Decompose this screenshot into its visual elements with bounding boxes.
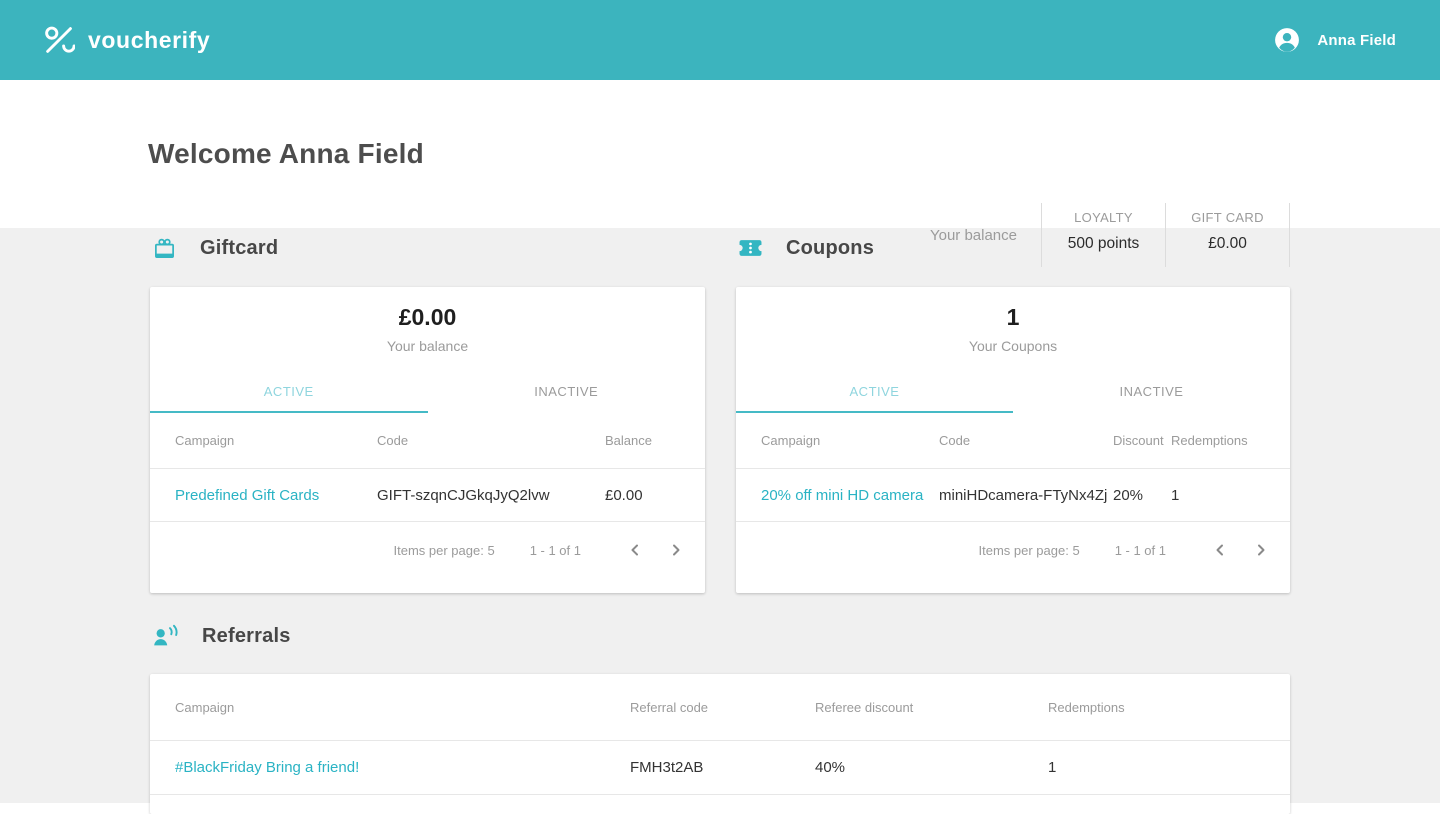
referrals-redemptions-cell: 1 <box>1048 759 1057 776</box>
items-per-page-label: Items per page: 5 <box>393 542 495 558</box>
loyalty-balance: LOYALTY 500 points <box>1042 203 1165 267</box>
brand-logo[interactable]: voucherify <box>44 25 210 55</box>
page-title: Welcome Anna Field <box>148 138 424 169</box>
next-page-button[interactable] <box>1254 543 1268 557</box>
column-campaign: Campaign <box>175 699 235 715</box>
avatar-icon <box>1275 28 1300 52</box>
coupons-redemptions-cell: 1 <box>1171 486 1180 504</box>
user-menu[interactable]: Anna Field <box>1274 27 1396 53</box>
referrals-section-title: Referrals <box>202 624 291 647</box>
referrals-table-row: #BlackFriday Bring a friend! FMH3t2AB 40… <box>150 741 1290 795</box>
coupon-ticket-icon <box>739 240 762 256</box>
giftcard-section: Giftcard £0.00 Your balance ACTIVE INACT… <box>150 228 705 593</box>
column-balance: Balance <box>605 433 652 448</box>
referrals-discount-cell: 40% <box>815 759 846 776</box>
balance-summary-label: Your balance <box>929 226 1017 244</box>
column-code: Code <box>939 433 971 448</box>
gift-icon <box>155 238 174 258</box>
referrals-card: Campaign Referral code Referee discount … <box>150 674 1290 814</box>
giftcard-value: £0.00 <box>1208 235 1247 252</box>
next-page-button[interactable] <box>669 543 683 557</box>
divider <box>1289 203 1290 267</box>
user-name: Anna Field <box>1317 31 1396 49</box>
referrals-campaign-link[interactable]: #BlackFriday Bring a friend! <box>175 759 630 776</box>
giftcard-tab-active[interactable]: ACTIVE <box>150 376 428 413</box>
giftcard-summary-value: £0.00 <box>398 304 457 330</box>
column-campaign: Campaign <box>761 433 821 448</box>
top-bar: voucherify Anna Field <box>0 0 1440 80</box>
coupons-card: 1 Your Coupons ACTIVE INACTIVE Campaign … <box>736 287 1290 593</box>
referrals-code-cell: FMH3t2AB <box>630 759 704 776</box>
giftcard-section-head: Giftcard <box>150 232 705 264</box>
column-referral-code: Referral code <box>630 699 709 715</box>
coupons-code-cell: miniHDcamera-FTyNx4Zj <box>939 486 1108 504</box>
coupons-summary: 1 Your Coupons <box>736 287 1290 355</box>
coupons-pagination: Items per page: 5 1 - 1 of 1 <box>736 522 1290 578</box>
coupons-section-title: Coupons <box>786 236 875 259</box>
chevron-right-icon <box>1258 544 1265 556</box>
giftcard-balance: GIFT CARD £0.00 <box>1166 203 1289 267</box>
column-discount: Discount <box>1113 433 1164 448</box>
column-redemptions: Redemptions <box>1171 433 1248 448</box>
giftcard-pagination: Items per page: 5 1 - 1 of 1 <box>150 522 705 578</box>
main-content: Giftcard £0.00 Your balance ACTIVE INACT… <box>0 228 1440 814</box>
page-header: Welcome Anna Field Your balance LOYALTY … <box>0 80 1440 267</box>
giftcard-campaign-link[interactable]: Predefined Gift Cards <box>175 487 377 504</box>
loyalty-value: 500 points <box>1067 235 1140 252</box>
voucherify-percent-icon <box>45 26 75 53</box>
referral-person-icon <box>154 624 178 646</box>
page-range-label: 1 - 1 of 1 <box>1114 542 1166 558</box>
coupons-table-row: 20% off mini HD camera miniHDcamera-FTyN… <box>736 469 1290 522</box>
giftcard-section-title: Giftcard <box>200 236 279 259</box>
balance-summary: Your balance LOYALTY 500 points GIFT CAR… <box>930 203 1290 267</box>
coupons-tabs: ACTIVE INACTIVE <box>736 376 1290 413</box>
coupons-tab-inactive[interactable]: INACTIVE <box>1013 376 1290 413</box>
referrals-section-head: Referrals <box>150 620 1290 652</box>
loyalty-label: LOYALTY <box>1074 210 1133 225</box>
previous-page-button[interactable] <box>628 543 642 557</box>
coupons-section: Coupons 1 Your Coupons ACTIVE INACTIVE C… <box>736 228 1290 593</box>
giftcard-tab-inactive[interactable]: INACTIVE <box>428 376 706 413</box>
brand-name: voucherify <box>88 26 211 53</box>
giftcard-table-row: Predefined Gift Cards GIFT-szqnCJGkqJyQ2… <box>150 469 705 522</box>
coupons-summary-value: 1 <box>1006 304 1020 330</box>
coupons-discount-cell: 20% <box>1113 486 1144 504</box>
column-code: Code <box>377 433 409 448</box>
chevron-left-icon <box>631 544 638 556</box>
giftcard-card: £0.00 Your balance ACTIVE INACTIVE Campa… <box>150 287 705 593</box>
giftcard-table-header: Campaign Code Balance <box>150 413 705 469</box>
chevron-left-icon <box>1216 544 1223 556</box>
coupons-table-header: Campaign Code Discount Redemptions <box>736 413 1290 469</box>
column-redemptions: Redemptions <box>1048 699 1125 715</box>
previous-page-button[interactable] <box>1213 543 1227 557</box>
chevron-right-icon <box>673 544 680 556</box>
page-range-label: 1 - 1 of 1 <box>529 542 581 558</box>
items-per-page-label: Items per page: 5 <box>978 542 1080 558</box>
giftcard-summary-label: Your balance <box>386 338 469 354</box>
referrals-table-header: Campaign Referral code Referee discount … <box>150 674 1290 741</box>
giftcard-summary: £0.00 Your balance <box>150 287 705 355</box>
column-referee-discount: Referee discount <box>815 699 914 715</box>
coupons-summary-label: Your Coupons <box>968 338 1058 354</box>
giftcard-tabs: ACTIVE INACTIVE <box>150 376 705 413</box>
coupons-tab-active[interactable]: ACTIVE <box>736 376 1013 413</box>
coupons-campaign-link[interactable]: 20% off mini HD camera <box>761 487 939 504</box>
giftcard-balance-cell: £0.00 <box>605 486 643 504</box>
giftcard-label: GIFT CARD <box>1191 210 1264 225</box>
giftcard-code-cell: GIFT-szqnCJGkqJyQ2lvw <box>377 486 550 504</box>
column-campaign: Campaign <box>175 433 235 448</box>
